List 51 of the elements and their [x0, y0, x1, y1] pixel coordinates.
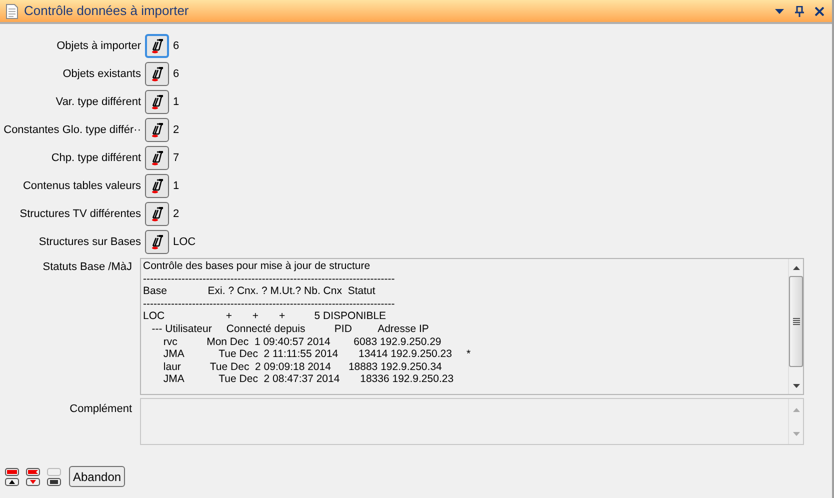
text-line: Base Exi. ? Cnx. ? M.Ut.? Nb. Cnx Statut	[143, 285, 376, 298]
complement-field[interactable]	[140, 398, 804, 445]
detail-button[interactable]	[145, 34, 169, 58]
detail-button[interactable]	[145, 90, 169, 114]
field-label: Objets existants	[62, 66, 142, 82]
text-line: ------------------------------------------------------------------------	[143, 272, 396, 286]
detail-button[interactable]	[145, 118, 169, 142]
abandon-button[interactable]: Abandon	[69, 466, 126, 487]
detail-button[interactable]	[145, 174, 169, 198]
scroll-down-icon[interactable]	[792, 384, 800, 388]
field-label: Contenus tables valeurs	[22, 178, 142, 194]
field-label: Var. type différent	[54, 94, 142, 110]
field-label: Objets à importer	[56, 38, 142, 54]
close-icon[interactable]	[815, 6, 824, 16]
detail-button[interactable]	[145, 62, 169, 86]
text-line: JMA Tue Dec 2 11:11:55 2014 13414 192.9.250.23 *	[162, 348, 472, 361]
count-value: 2	[172, 206, 180, 222]
count-value: 1	[172, 94, 180, 110]
document-icon	[6, 4, 18, 18]
text-line: laur Tue Dec 2 09:09:18 2014 18883 192.9.250.34	[162, 360, 443, 374]
count-value: 6	[172, 66, 180, 82]
text-line: Contrôle des bases pour mise à jour de structure	[143, 260, 372, 273]
field-label: Statuts Base /MàJ	[42, 260, 133, 275]
record-icon[interactable]	[5, 468, 19, 476]
count-value: LOC	[172, 234, 196, 250]
scroll-thumb[interactable]	[789, 276, 803, 367]
record-icon[interactable]	[26, 468, 40, 476]
grip-icon	[792, 318, 800, 325]
detail-button[interactable]	[145, 146, 169, 170]
window-title: Contrôle données à importer	[24, 2, 189, 20]
count-value: 7	[172, 150, 180, 166]
text-line: JMA Tue Dec 2 08:47:37 2014 18336 192.9.250.23	[162, 373, 455, 386]
scrollbar[interactable]	[788, 259, 803, 394]
field-label: Complément	[68, 402, 133, 417]
pin-icon[interactable]	[795, 6, 804, 16]
m-key-icon[interactable]	[47, 478, 61, 486]
field-label: Constantes Glo. type différ··	[2, 122, 142, 138]
count-value: 1	[172, 178, 180, 194]
count-value: 2	[172, 122, 180, 138]
text-line: ------------------------------------------------------------------------	[143, 298, 396, 310]
detail-button[interactable]	[145, 202, 169, 226]
text-line: --- Utilisateur Connecté depuis PID Adresse IP	[150, 322, 430, 336]
field-label: Chp. type différent	[50, 150, 142, 166]
text-line: LOC + + + 5 DISPONIBLE	[143, 310, 388, 323]
count-value: 6	[172, 38, 180, 54]
field-label: Structures TV différentes	[18, 206, 142, 222]
text-line: rvc Mon Dec 1 09:40:57 2014 6083 192.9.250.29	[162, 336, 442, 348]
scroll-up-icon[interactable]	[792, 266, 800, 270]
dropdown-icon[interactable]	[775, 8, 784, 14]
detail-button[interactable]	[145, 230, 169, 254]
field-label: Structures sur Bases	[38, 234, 142, 250]
